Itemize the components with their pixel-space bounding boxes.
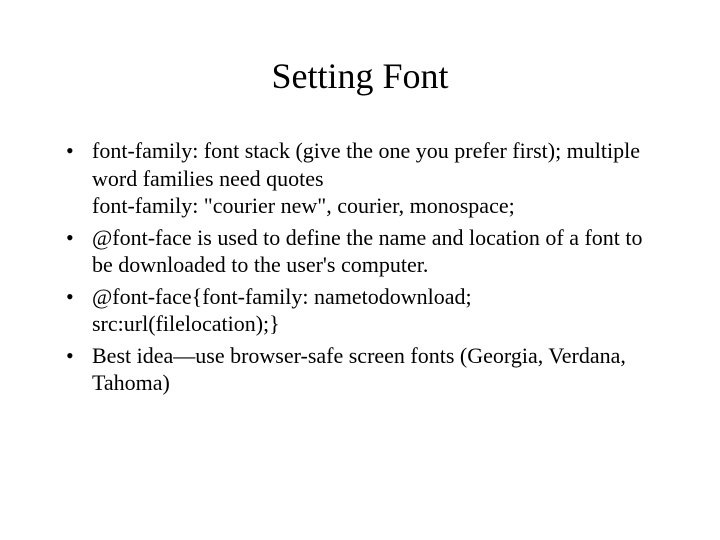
bullet-text: @font-face{font-family: nametodownload; …	[92, 283, 660, 338]
list-item: @font-face{font-family: nametodownload; …	[60, 283, 660, 338]
bullet-text: font-family: font stack (give the one yo…	[92, 137, 660, 220]
list-item: font-family: font stack (give the one yo…	[60, 137, 660, 220]
bullet-text: Best idea—use browser-safe screen fonts …	[92, 342, 660, 397]
bullet-list: font-family: font stack (give the one yo…	[60, 137, 660, 397]
bullet-text: @font-face is used to define the name an…	[92, 224, 660, 279]
list-item: Best idea—use browser-safe screen fonts …	[60, 342, 660, 397]
slide-title: Setting Font	[60, 55, 660, 97]
list-item: @font-face is used to define the name an…	[60, 224, 660, 279]
